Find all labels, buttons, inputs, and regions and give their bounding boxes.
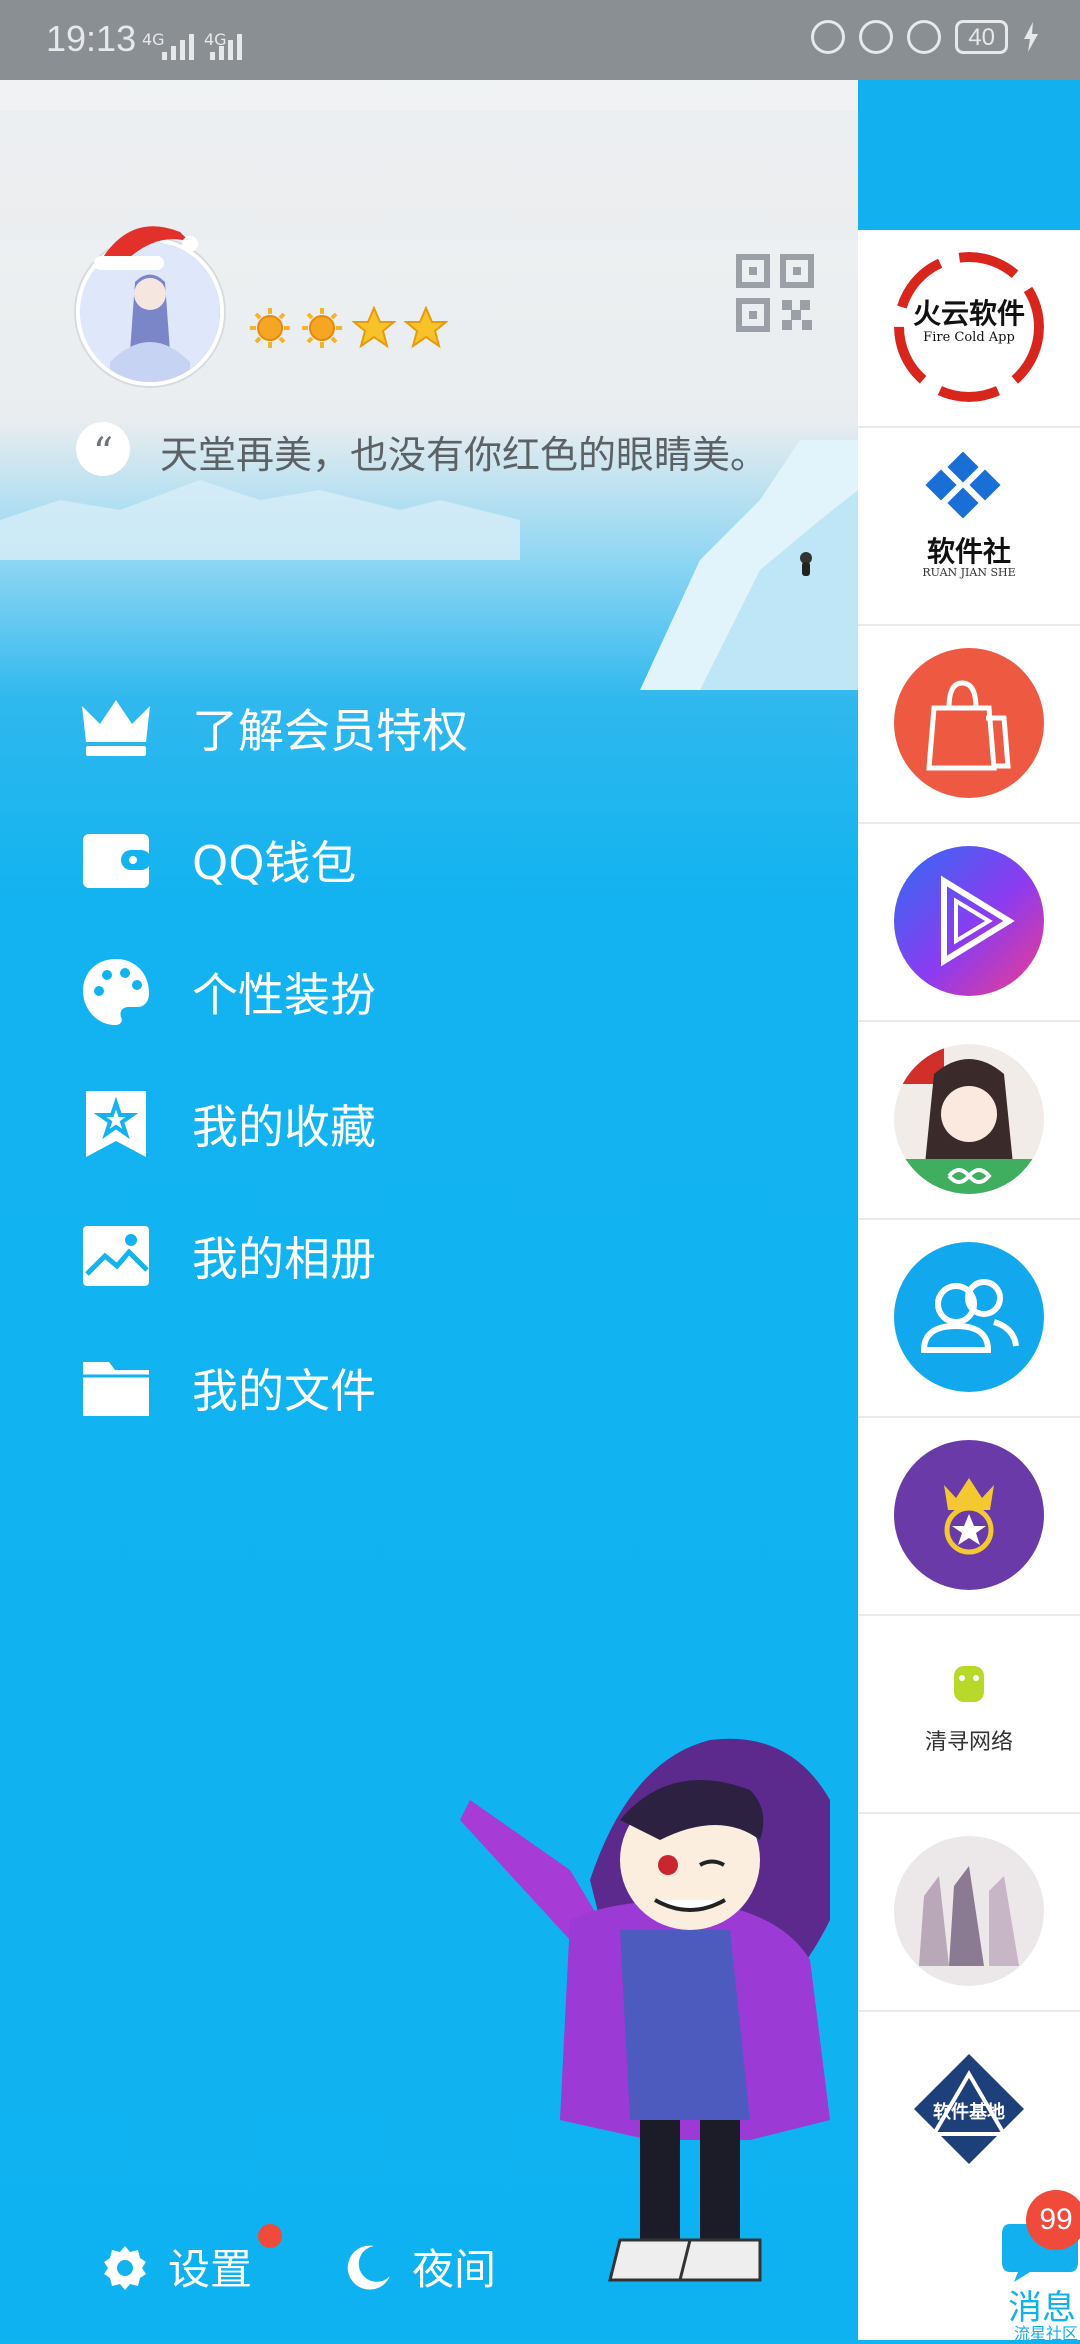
drawer-panel: “ 天堂再美，也没有你红色的眼睛美。 了解会员特权 QQ钱包 个性装扮 我的收藏…	[0, 0, 858, 2340]
charging-icon	[1024, 22, 1038, 52]
item-name: 软件社	[926, 535, 1011, 568]
sun-level-icon	[250, 308, 290, 348]
signal-icon	[162, 34, 194, 60]
menu-item-album[interactable]: 我的相册	[80, 1216, 376, 1296]
night-mode-button[interactable]: 夜间	[344, 2236, 496, 2297]
shopping-bag-icon	[894, 648, 1044, 798]
item-name: 软件基地	[933, 2102, 1005, 2123]
menu-label: 我的收藏	[192, 1100, 376, 1154]
star-level-icon	[352, 306, 396, 349]
menu-item-files[interactable]: 我的文件	[80, 1348, 376, 1428]
group-photo-avatar	[894, 1836, 1044, 1986]
settings-label: 设置	[168, 2245, 253, 2294]
unread-badge: 99	[1026, 2190, 1080, 2250]
anime-character-illustration	[460, 1738, 830, 2282]
crown-star-icon	[894, 1440, 1044, 1590]
list-item[interactable]: 清寻网络	[858, 1616, 1080, 1814]
list-item[interactable]: 火云软件 Fire Cold App	[858, 230, 1080, 428]
signature-text[interactable]: 天堂再美，也没有你红色的眼睛美。	[160, 424, 768, 479]
data-saver-icon	[811, 20, 846, 54]
settings-button[interactable]: 设置	[100, 2236, 252, 2297]
contacts-icon	[894, 1242, 1044, 1392]
quote-icon: “	[76, 422, 130, 476]
list-item[interactable]	[858, 1814, 1080, 2012]
list-item[interactable]	[858, 824, 1080, 1022]
item-name: 清寻网络	[924, 1730, 1013, 1755]
list-item[interactable]	[858, 1418, 1080, 1616]
menu-label: 我的相册	[192, 1232, 376, 1286]
menu-item-qq-wallet[interactable]: QQ钱包	[80, 820, 356, 900]
crown-icon	[80, 692, 152, 764]
qr-code-icon[interactable]	[736, 254, 814, 332]
santa-hat-icon	[94, 226, 198, 270]
lock-rotation-icon	[859, 20, 894, 54]
menu-label: 我的文件	[192, 1364, 376, 1418]
list-item[interactable]	[858, 626, 1080, 824]
level-badges[interactable]	[248, 306, 448, 350]
sun-level-icon	[302, 308, 342, 348]
bookmark-star-icon	[80, 1088, 152, 1160]
menu-item-favorites[interactable]: 我的收藏	[80, 1084, 376, 1164]
wallet-icon	[80, 824, 152, 896]
fire-cold-app-avatar: 火云软件 Fire Cold App	[894, 252, 1044, 402]
night-label: 夜间	[412, 2245, 497, 2294]
ruanjianshe-avatar: 软件社 RUAN JIAN SHE	[894, 450, 1044, 600]
item-sub: RUAN JIAN SHE	[922, 566, 1016, 579]
header-bar	[858, 80, 1080, 230]
menu-label: 个性装扮	[192, 968, 376, 1022]
menu-item-vip-privileges[interactable]: 了解会员特权	[80, 688, 468, 768]
status-bar: 19:13 4G 4G 40	[0, 0, 1080, 80]
list-item[interactable]	[858, 1022, 1080, 1220]
anime-girl-avatar	[894, 1044, 1044, 1194]
folder-icon	[80, 1352, 152, 1424]
list-item[interactable]	[858, 1220, 1080, 1418]
menu-label: QQ钱包	[192, 836, 357, 890]
alarm-icon	[907, 20, 942, 54]
gear-icon	[104, 2245, 146, 2290]
palette-icon	[80, 956, 152, 1028]
item-sub: Fire Cold App	[923, 330, 1015, 345]
notification-dot	[258, 2224, 282, 2248]
star-level-icon	[404, 306, 448, 349]
software-base-avatar: 软件基地	[894, 2034, 1044, 2184]
moon-icon	[347, 2245, 390, 2290]
battery-icon: 40	[955, 20, 1008, 54]
list-item[interactable]: 软件社 RUAN JIAN SHE	[858, 428, 1080, 626]
conversation-list-peek[interactable]: 火云软件 Fire Cold App 软件社 RUAN JIAN SHE 清寻网…	[858, 0, 1080, 2343]
qingxun-network-avatar: 清寻网络	[894, 1638, 1044, 1788]
signal-icon	[210, 34, 242, 60]
item-name: 火云软件	[912, 297, 1025, 330]
menu-item-personalize[interactable]: 个性装扮	[80, 952, 376, 1032]
photo-icon	[80, 1220, 152, 1292]
menu-label: 了解会员特权	[192, 704, 468, 758]
video-play-icon	[894, 846, 1044, 996]
status-time: 19:13	[46, 18, 137, 59]
messages-sub-label: 流星社区	[1014, 2324, 1079, 2343]
